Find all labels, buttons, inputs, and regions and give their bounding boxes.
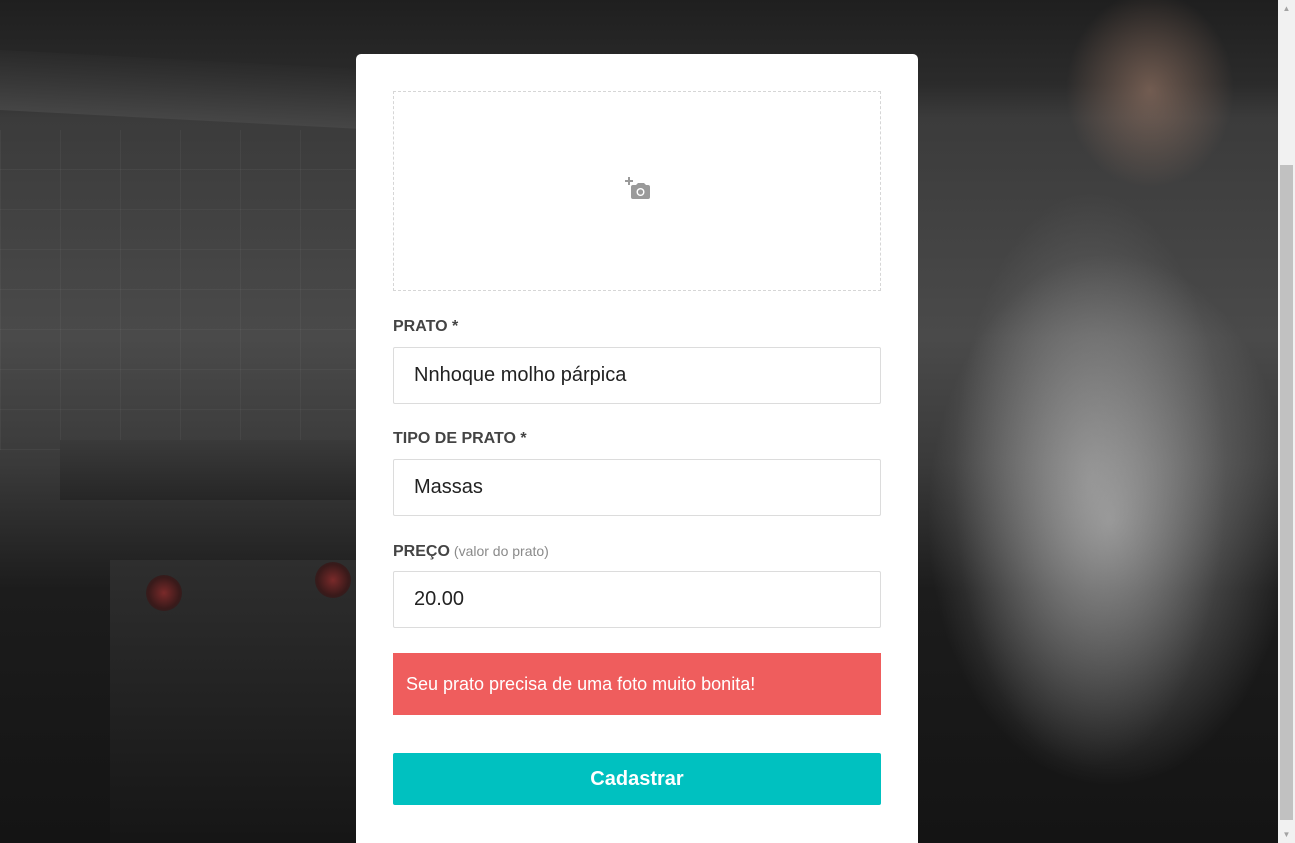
- scrollbar-thumb[interactable]: [1280, 165, 1293, 820]
- price-hint: (valor do prato): [453, 543, 549, 559]
- dish-type-input[interactable]: [393, 459, 881, 516]
- chef-figure: [920, 100, 1278, 843]
- add-a-photo-icon[interactable]: [624, 176, 650, 206]
- photo-upload-area[interactable]: [393, 91, 881, 291]
- price-label: PREÇO (valor do prato): [393, 541, 881, 561]
- price-label-text: PREÇO: [393, 543, 450, 560]
- error-alert: Seu prato precisa de uma foto muito boni…: [393, 653, 881, 715]
- dish-type-label-text: TIPO DE PRATO *: [393, 430, 527, 447]
- dish-name-label: PRATO *: [393, 317, 881, 337]
- price-input[interactable]: [393, 571, 881, 628]
- kitchen-background: PRATO * TIPO DE PRATO * PREÇO(valor do p…: [0, 0, 1278, 843]
- stove-knob: [146, 575, 182, 611]
- scroll-up-arrow-icon[interactable]: ▲: [1278, 0, 1295, 17]
- tiled-wall: [0, 130, 380, 450]
- dish-name-input[interactable]: [393, 347, 881, 404]
- scroll-down-arrow-icon[interactable]: ▼: [1278, 826, 1295, 843]
- submit-button[interactable]: Cadastrar: [393, 753, 881, 805]
- dish-form-card: PRATO * TIPO DE PRATO * PREÇO(valor do p…: [356, 54, 918, 843]
- dish-name-label-text: PRATO *: [393, 318, 459, 335]
- range-hood-shape: [0, 50, 380, 130]
- stove-knob: [315, 562, 351, 598]
- dish-type-label: TIPO DE PRATO *: [393, 429, 881, 449]
- vertical-scrollbar[interactable]: ▲ ▼: [1278, 0, 1295, 843]
- stove-top: [60, 440, 360, 500]
- error-message: Seu prato precisa de uma foto muito boni…: [406, 673, 756, 694]
